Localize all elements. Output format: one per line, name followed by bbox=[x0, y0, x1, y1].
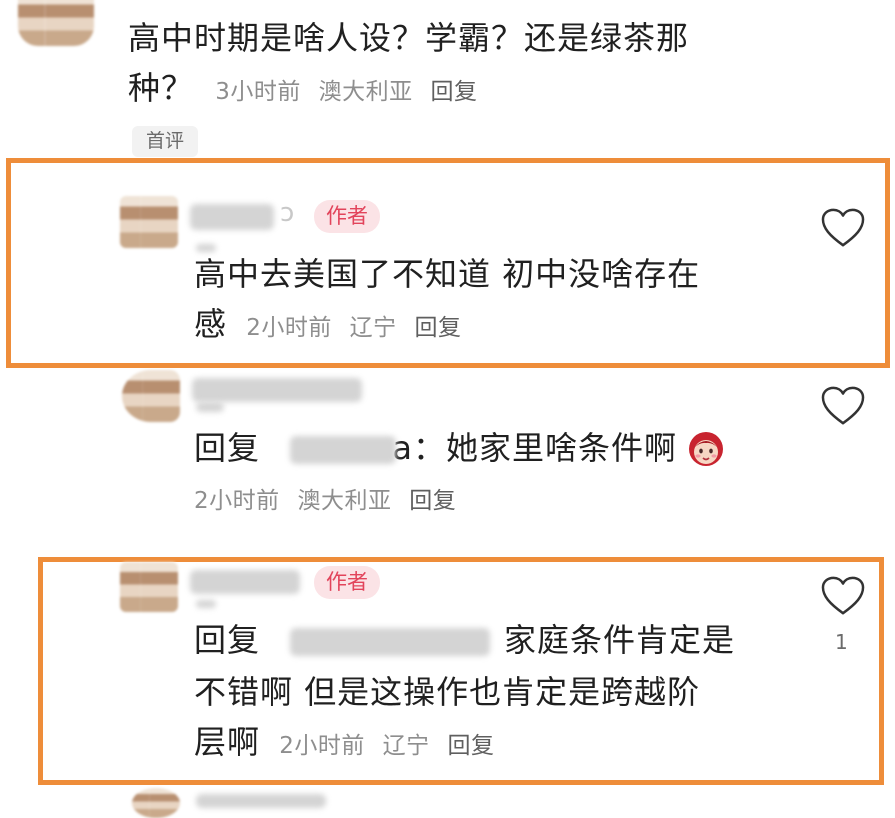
comment-text: 高中时期是啥人设？学霸？还是绿茶那 bbox=[128, 19, 690, 57]
reply-prefix: 回复 bbox=[194, 621, 261, 659]
like-heart-icon[interactable] bbox=[820, 207, 866, 249]
comment-text-line2: 种？ bbox=[128, 69, 195, 107]
comment-location: 辽宁 bbox=[349, 315, 397, 341]
like-count: 1 bbox=[835, 630, 848, 654]
redacted-mark bbox=[196, 244, 216, 252]
comment-meta: 2小时前 澳大利亚 回复 bbox=[194, 490, 456, 513]
first-comment-tag: 首评 bbox=[132, 126, 199, 157]
username-fragment: ɔ bbox=[280, 198, 295, 228]
mention-redacted bbox=[290, 628, 490, 656]
reply-button[interactable]: 回复 bbox=[409, 488, 456, 514]
username-redacted[interactable] bbox=[196, 794, 326, 808]
comment-meta: 2小时前 辽宁 回复 bbox=[279, 733, 494, 759]
comment-text: 家庭条件肯定是 bbox=[504, 621, 736, 659]
reply-button[interactable]: 回复 bbox=[430, 79, 477, 105]
comment-text-cont: 层啊 2小时前 辽宁 回复 bbox=[194, 726, 494, 758]
comment-text: a：她家里啥条件啊 bbox=[392, 429, 677, 467]
comment-reply-line: 回复 a：她家里啥条件啊 bbox=[194, 432, 677, 464]
avatar[interactable] bbox=[120, 562, 178, 612]
comment-time: 3小时前 bbox=[215, 79, 301, 105]
comment-time: 2小时前 bbox=[246, 315, 332, 341]
author-badge: 作者 bbox=[314, 566, 380, 599]
comment-text-line3: 层啊 bbox=[194, 723, 261, 761]
avatar[interactable] bbox=[18, 0, 94, 46]
comment-text-cont: 感 2小时前 辽宁 回复 bbox=[194, 308, 461, 340]
comment-location: 澳大利亚 bbox=[318, 79, 413, 105]
author-badge: 作者 bbox=[314, 200, 380, 233]
reply-prefix: 回复 bbox=[194, 429, 261, 467]
like-heart-icon[interactable] bbox=[820, 575, 866, 617]
like-heart-icon[interactable] bbox=[820, 385, 866, 427]
comment-time: 2小时前 bbox=[194, 488, 280, 514]
redacted-mark bbox=[196, 600, 216, 608]
reply-button[interactable]: 回复 bbox=[447, 733, 494, 759]
username-redacted[interactable] bbox=[190, 204, 274, 230]
comment-time: 2小时前 bbox=[279, 733, 365, 759]
comment-text: 高中去美国了不知道 初中没啥存在 bbox=[194, 255, 701, 293]
redacted-mark bbox=[196, 402, 224, 412]
comment-location: 辽宁 bbox=[382, 733, 430, 759]
comment-text-cont: 种？ 3小时前 澳大利亚 回复 bbox=[128, 72, 477, 104]
comment-meta: 3小时前 澳大利亚 回复 bbox=[215, 79, 477, 105]
avatar[interactable] bbox=[120, 196, 178, 248]
comment-text-line2: 不错啊 但是这操作也肯定是跨越阶 bbox=[194, 673, 701, 711]
username-redacted[interactable] bbox=[190, 570, 300, 594]
username-redacted[interactable] bbox=[192, 378, 362, 402]
blushing-girl-emoji-icon bbox=[689, 432, 723, 466]
comment-meta: 2小时前 辽宁 回复 bbox=[246, 315, 461, 341]
comment-location: 澳大利亚 bbox=[297, 488, 392, 514]
comment-text-line2: 感 bbox=[194, 305, 228, 343]
avatar[interactable] bbox=[122, 370, 180, 422]
mention-redacted bbox=[290, 436, 396, 464]
reply-button[interactable]: 回复 bbox=[414, 315, 461, 341]
avatar[interactable] bbox=[132, 788, 180, 818]
